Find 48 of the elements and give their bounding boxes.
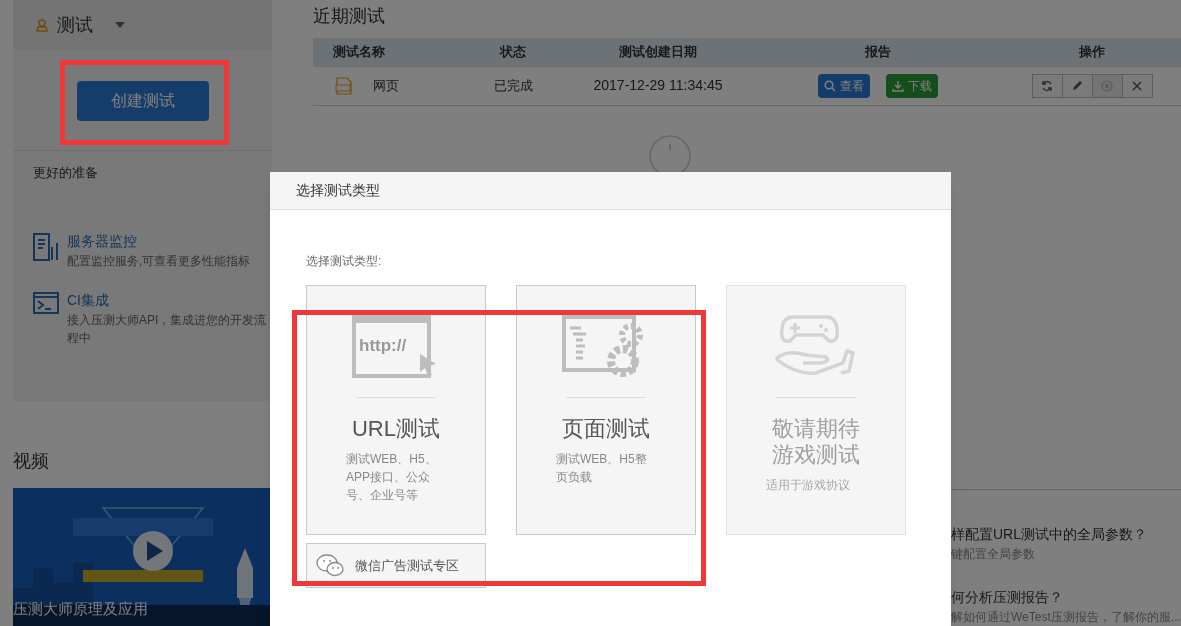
page-title: 近期测试	[313, 5, 386, 28]
feature-description: 配置监控服务,可查看更多性能指标	[67, 253, 252, 270]
close-icon	[1130, 78, 1144, 93]
card-description: 测试WEB、H5、APP接口、公众号、企业号等	[346, 451, 438, 504]
pencil-button[interactable]	[1061, 73, 1093, 98]
api-file-icon	[335, 76, 353, 95]
download-icon	[892, 79, 904, 92]
test-type-card[interactable]: 页面测试 测试WEB、H5整页负载	[516, 285, 696, 535]
refresh-button[interactable]	[1031, 73, 1063, 98]
prompt-label: 选择测试类型:	[306, 253, 383, 270]
section-title: 更好的准备	[32, 164, 99, 182]
faq-link[interactable]: 何分析压测报告？	[951, 587, 1181, 608]
close-button[interactable]	[1121, 73, 1153, 98]
search-icon	[824, 79, 836, 92]
download-button[interactable]: 下载	[886, 73, 938, 98]
column-header: 操作	[1078, 43, 1106, 62]
feature-link[interactable]: CI集成	[67, 290, 267, 311]
card-title: 敬请期待游戏测试	[771, 416, 861, 468]
column-header: 报告	[863, 43, 892, 62]
card-title: 页面测试	[561, 416, 651, 442]
view-button[interactable]: 查看	[818, 73, 870, 98]
column-header: 状态	[498, 43, 527, 62]
table-cell-text: 2017-12-29 11:34:45	[592, 76, 724, 96]
user-icon	[35, 18, 49, 32]
dialog-title: 选择测试类型	[296, 181, 380, 200]
faq-link[interactable]: 样配置URL测试中的全局参数？	[951, 524, 1181, 545]
column-header: 测试名称	[332, 43, 386, 62]
card-description: 测试WEB、H5整页负载	[556, 451, 648, 486]
card-title: URL测试	[351, 416, 441, 442]
refresh-icon	[1040, 78, 1054, 93]
video-caption: 压测大师原理及应用	[13, 598, 148, 619]
section-title: 视频	[13, 450, 50, 474]
test-type-card[interactable]: http:// URL测试 测试WEB、H5、APP接口、公众号、企业号等	[306, 285, 486, 535]
table-cell-text: 网页	[373, 77, 399, 95]
pencil-icon	[1070, 78, 1084, 93]
caret-icon	[115, 22, 125, 28]
server-monitor-icon	[33, 233, 59, 261]
column-header: 测试创建日期	[618, 43, 698, 62]
chat-bubbles-icon	[315, 552, 345, 579]
terminal-icon	[33, 292, 59, 314]
feature-link[interactable]: 服务器监控	[67, 231, 267, 252]
feature-description: 接入压测大师API，集成进您的开发流程中	[67, 312, 267, 347]
card-description: 适用于游戏协议	[766, 477, 851, 494]
table-cell-text: 已完成	[492, 77, 534, 95]
http-label: http://	[359, 335, 407, 357]
project-selector[interactable]: 测试	[13, 0, 272, 50]
cursor-icon	[419, 353, 437, 377]
create-test-button[interactable]: 创建测试	[76, 80, 209, 121]
